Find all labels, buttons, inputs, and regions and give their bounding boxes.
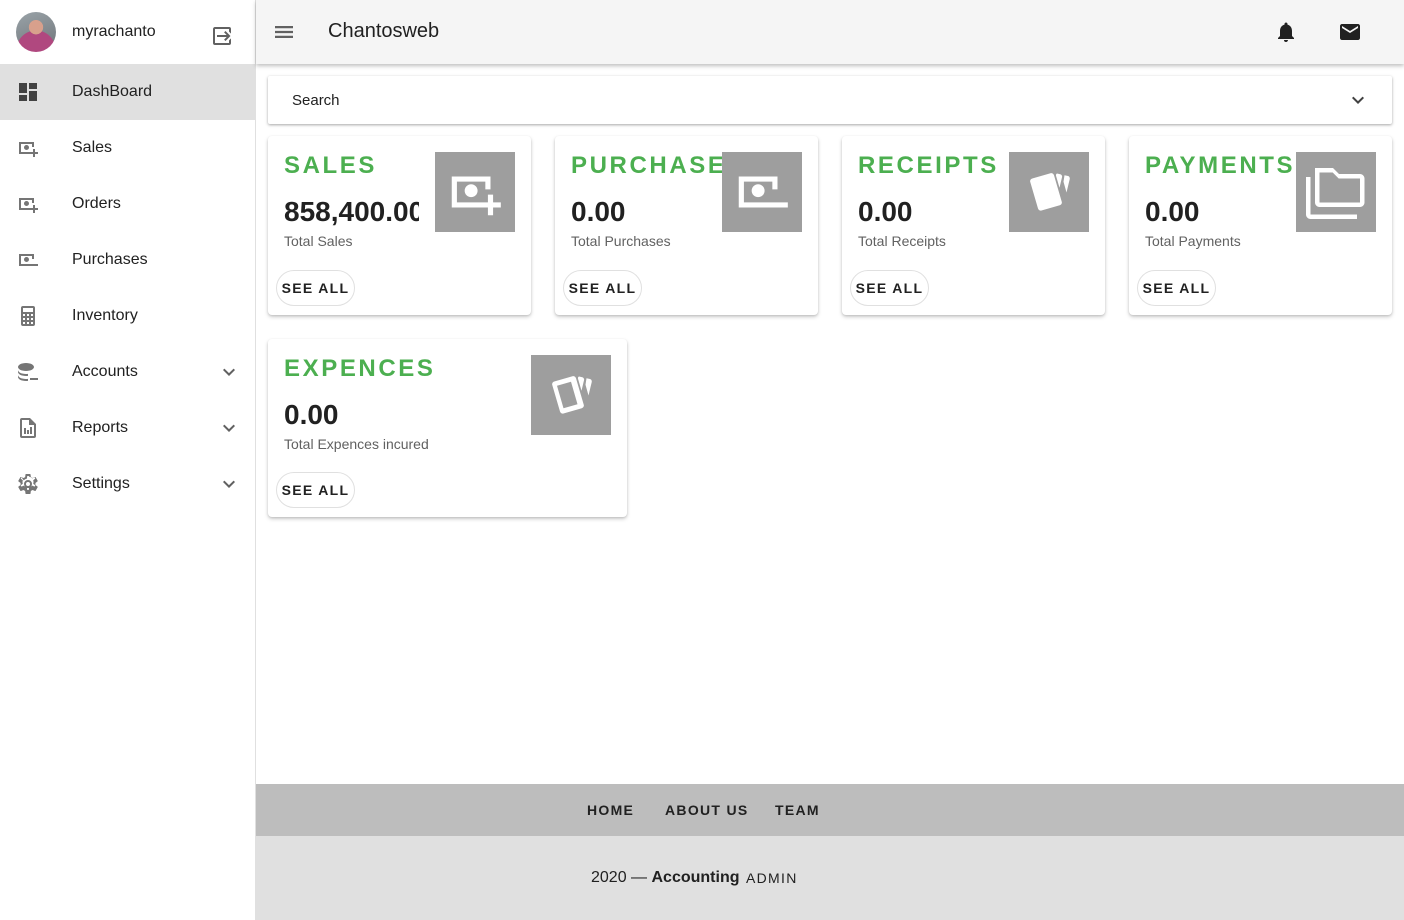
card-value: 0.00: [1145, 196, 1200, 227]
card-value: 0.00: [571, 196, 626, 227]
purchase-card: PURCHASE 0.00 Total Purchases SEE ALL: [555, 136, 818, 315]
card-title: PAYMENTS: [1145, 152, 1296, 179]
profile-header: myrachanto: [0, 0, 255, 64]
card-image: [1009, 152, 1089, 232]
card-title: EXPENCES: [284, 355, 436, 382]
see-all-button[interactable]: SEE ALL: [1137, 270, 1216, 306]
sidebar-item-sales[interactable]: Sales: [0, 120, 255, 176]
expences-card: EXPENCES 0.00 Total Expences incured SEE…: [268, 339, 627, 517]
card-subtitle: Total Payments: [1145, 233, 1241, 249]
card-title: PURCHASE: [571, 152, 727, 179]
chevron-down-icon[interactable]: [217, 472, 241, 496]
payments-card: PAYMENTS 0.00 Total Payments SEE ALL: [1129, 136, 1392, 315]
card-subtitle: Total Receipts: [858, 233, 946, 249]
card-subtitle: Total Purchases: [571, 233, 671, 249]
avatar[interactable]: [16, 12, 56, 52]
footer-link-team[interactable]: TEAM: [775, 802, 820, 818]
card-image: [435, 152, 515, 232]
sidebar-item-label: Purchases: [72, 251, 148, 268]
card-image: [1296, 152, 1376, 232]
receipts-card: RECEIPTS 0.00 Total Receipts SEE ALL: [842, 136, 1105, 315]
top-app-bar: Chantosweb: [256, 0, 1404, 64]
see-all-button[interactable]: SEE ALL: [563, 270, 642, 306]
sidebar-item-label: Settings: [72, 475, 130, 492]
footer-links-bar: HOME ABOUT US TEAM: [256, 784, 1404, 836]
profile-name: myrachanto: [72, 23, 156, 40]
footer-link-home[interactable]: HOME: [587, 802, 634, 818]
cash-plus-icon: [19, 142, 38, 157]
sidebar-item-accounts[interactable]: Accounts: [0, 344, 255, 400]
card-subtitle: Total Sales: [284, 233, 353, 249]
footer-link-about-us[interactable]: ABOUT US: [665, 802, 749, 818]
sidebar-item-label: Sales: [72, 139, 113, 156]
card-image: [722, 152, 802, 232]
menu-icon[interactable]: [272, 20, 296, 44]
sidebar-item-inventory[interactable]: Inventory: [0, 288, 255, 344]
file-chart-icon: [20, 418, 36, 438]
sidebar-item-label: Reports: [72, 419, 129, 436]
calculator-icon: [21, 306, 35, 326]
chevron-down-icon[interactable]: [217, 416, 241, 440]
sidebar-item-label: Orders: [72, 195, 121, 212]
card-title: SALES: [284, 152, 378, 179]
sales-card: SALES 858,400.00 Total Sales SEE ALL: [268, 136, 531, 315]
folders-icon: [1306, 168, 1365, 219]
see-all-button[interactable]: SEE ALL: [276, 270, 355, 306]
sidebar-item-label: Accounts: [72, 363, 138, 380]
sidebar-item-settings[interactable]: Settings: [0, 456, 255, 512]
bell-icon[interactable]: [1274, 20, 1298, 44]
database-minus-icon: [18, 363, 38, 381]
sidebar-item-label: DashBoard: [72, 83, 153, 100]
logout-icon[interactable]: [210, 24, 234, 48]
search-label: Search: [292, 92, 340, 109]
card-title: RECEIPTS: [858, 152, 999, 179]
search-expansion-panel[interactable]: Search: [268, 76, 1392, 124]
mail-icon[interactable]: [1338, 20, 1362, 44]
sidebar-item-dashboard[interactable]: DashBoard: [0, 64, 255, 120]
dashboard-icon: [19, 83, 37, 101]
sidebar-item-purchases[interactable]: Purchases: [0, 232, 255, 288]
see-all-button[interactable]: SEE ALL: [276, 472, 355, 508]
sidebar-item-orders[interactable]: Orders: [0, 176, 255, 232]
cash-minus-icon: [738, 176, 788, 208]
copyright-year: 2020 —: [591, 869, 648, 886]
card-image: [531, 355, 611, 435]
card-value: 0.00: [858, 196, 913, 227]
footer-bottom: 2020 — Accounting ADMIN: [256, 836, 1404, 920]
sidebar: myrachanto DashBoard Sales Orders Purcha…: [0, 0, 256, 920]
app-title: Chantosweb: [328, 20, 440, 42]
cards-icon: [552, 376, 592, 414]
copyright: 2020 — Accounting: [591, 869, 740, 887]
cash-plus-icon: [451, 176, 501, 216]
sidebar-item-label: Inventory: [72, 307, 138, 324]
card-value: 858,400.00: [284, 196, 419, 227]
chevron-down-icon[interactable]: [217, 360, 241, 384]
chevron-down-icon[interactable]: [1346, 88, 1370, 112]
footer-brand: Accounting: [651, 869, 740, 886]
admin-link[interactable]: ADMIN: [746, 870, 798, 886]
card-value: 0.00: [284, 399, 339, 430]
see-all-button[interactable]: SEE ALL: [850, 270, 929, 306]
cash-minus-icon: [19, 254, 38, 266]
cards-icon: [1030, 173, 1070, 211]
card-subtitle: Total Expences incured: [284, 436, 429, 452]
cash-plus-icon: [19, 198, 38, 213]
sidebar-item-reports[interactable]: Reports: [0, 400, 255, 456]
gear-icon: [18, 474, 38, 494]
